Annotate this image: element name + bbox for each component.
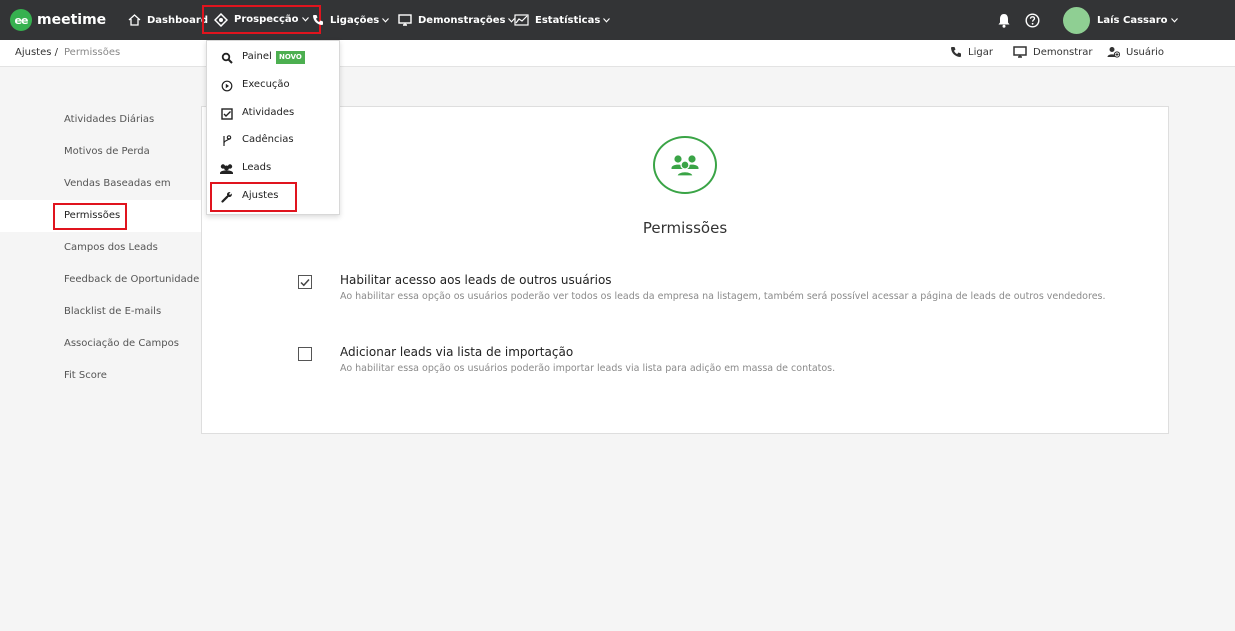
sidebar-item-motivos-de-perda[interactable]: Motivos de Perda	[0, 136, 202, 168]
settings-sidebar: Atividades Diárias Motivos de Perda Vend…	[0, 104, 202, 392]
ligar-label: Ligar	[968, 46, 993, 58]
permission-checkbox-import-list[interactable]	[298, 347, 312, 361]
sidebar-item-atividades-diarias[interactable]: Atividades Diárias	[0, 104, 202, 136]
menu-item-label: Cadências	[242, 134, 294, 145]
permission-description: Ao habilitar essa opção os usuários pode…	[340, 291, 1106, 302]
nav-dashboard[interactable]: Dashboard	[128, 0, 208, 40]
sub-toolbar: Ajustes / Permissões Ligar Demonstrar Usu…	[0, 40, 1235, 67]
menu-item-label: Painel	[242, 51, 272, 62]
users-group-icon	[671, 155, 699, 177]
sidebar-item-campos-dos-leads[interactable]: Campos dos Leads	[0, 232, 202, 264]
monitor-icon	[398, 14, 412, 26]
chart-icon	[514, 14, 529, 26]
nav-ligacoes-label: Ligações	[330, 14, 380, 26]
permission-description: Ao habilitar essa opção os usuários pode…	[340, 363, 836, 374]
usuario-button[interactable]: Usuário	[1107, 46, 1164, 58]
menu-item-painel[interactable]: Painel NOVO	[207, 44, 339, 71]
notifications-button[interactable]	[997, 0, 1011, 40]
breadcrumb-current: Permissões	[64, 47, 121, 58]
sidebar-item-feedback-de-oportunidade[interactable]: Feedback de Oportunidade	[0, 264, 202, 296]
chevron-down-icon	[603, 17, 611, 23]
sidebar-item-vendas-baseadas-em-contas[interactable]: Vendas Baseadas em Contas	[0, 168, 202, 221]
nav-demonstracoes[interactable]: Demonstrações	[398, 0, 516, 40]
phone-icon	[313, 15, 323, 25]
home-icon	[128, 14, 141, 26]
demonstrar-label: Demonstrar	[1033, 46, 1093, 58]
sidebar-item-associacao-de-campos[interactable]: Associação de Campos	[0, 328, 202, 360]
help-button[interactable]	[1025, 0, 1040, 40]
play-circle-icon	[221, 80, 233, 92]
crosshair-icon	[214, 12, 228, 27]
bell-icon	[998, 13, 1010, 28]
usuario-label: Usuário	[1126, 46, 1165, 58]
menu-item-label: Execução	[242, 79, 290, 90]
active-item-highlight	[53, 203, 127, 230]
ajustes-highlight	[210, 182, 297, 212]
breadcrumb: Ajustes / Permissões	[15, 47, 120, 58]
nav-demonstracoes-label: Demonstrações	[418, 14, 506, 26]
phone-icon	[951, 47, 961, 57]
permission-title: Habilitar acesso aos leads de outros usu…	[340, 273, 612, 287]
ligar-button[interactable]: Ligar	[950, 46, 993, 58]
menu-item-cadencias[interactable]: Cadências	[207, 127, 339, 154]
help-icon	[1025, 12, 1040, 28]
monitor-icon	[1013, 46, 1027, 58]
menu-item-label: Atividades	[242, 107, 295, 118]
chevron-down-icon	[301, 17, 309, 22]
chevron-down-icon	[382, 17, 390, 23]
nav-prospeccao-label: Prospecção	[234, 14, 299, 25]
user-menu[interactable]: Laís Cassaro	[1097, 0, 1178, 40]
checkmark-icon	[300, 278, 310, 286]
branch-icon	[223, 135, 232, 146]
nav-prospeccao[interactable]: Prospecção	[202, 5, 321, 34]
new-badge: NOVO	[276, 51, 305, 64]
chevron-down-icon	[1170, 17, 1178, 23]
avatar[interactable]	[1063, 0, 1090, 40]
avatar-image	[1063, 6, 1090, 34]
user-name: Laís Cassaro	[1097, 14, 1168, 26]
logo-mark: ee	[10, 9, 32, 31]
add-user-icon	[1107, 47, 1120, 58]
users-icon	[220, 164, 233, 174]
menu-item-leads[interactable]: Leads	[207, 155, 339, 182]
logo-text: meetime	[37, 12, 107, 28]
nav-dashboard-label: Dashboard	[147, 14, 208, 26]
checkbox-icon	[221, 108, 233, 120]
top-navbar: ee meetime Dashboard Prospecção Ligações…	[0, 0, 1235, 40]
app-logo[interactable]: ee meetime	[10, 9, 106, 31]
nav-estatisticas[interactable]: Estatísticas	[514, 0, 611, 40]
permissions-panel: Permissões Habilitar acesso aos leads de…	[201, 106, 1169, 434]
demonstrar-button[interactable]: Demonstrar	[1013, 46, 1093, 58]
nav-estatisticas-label: Estatísticas	[535, 14, 601, 26]
breadcrumb-root[interactable]: Ajustes /	[15, 47, 58, 58]
menu-item-atividades[interactable]: Atividades	[207, 100, 339, 127]
sidebar-item-blacklist-de-emails[interactable]: Blacklist de E-mails	[0, 296, 202, 328]
menu-item-execucao[interactable]: Execução	[207, 72, 339, 99]
page-title: Permissões	[642, 219, 728, 237]
nav-ligacoes[interactable]: Ligações	[312, 0, 390, 40]
menu-item-label: Leads	[242, 162, 272, 173]
search-icon	[221, 52, 233, 64]
permission-title: Adicionar leads via lista de importação	[340, 345, 574, 359]
sidebar-item-fit-score[interactable]: Fit Score	[0, 360, 202, 392]
permission-checkbox-leads-access[interactable]	[298, 275, 312, 289]
permissions-icon-circle	[653, 136, 717, 194]
